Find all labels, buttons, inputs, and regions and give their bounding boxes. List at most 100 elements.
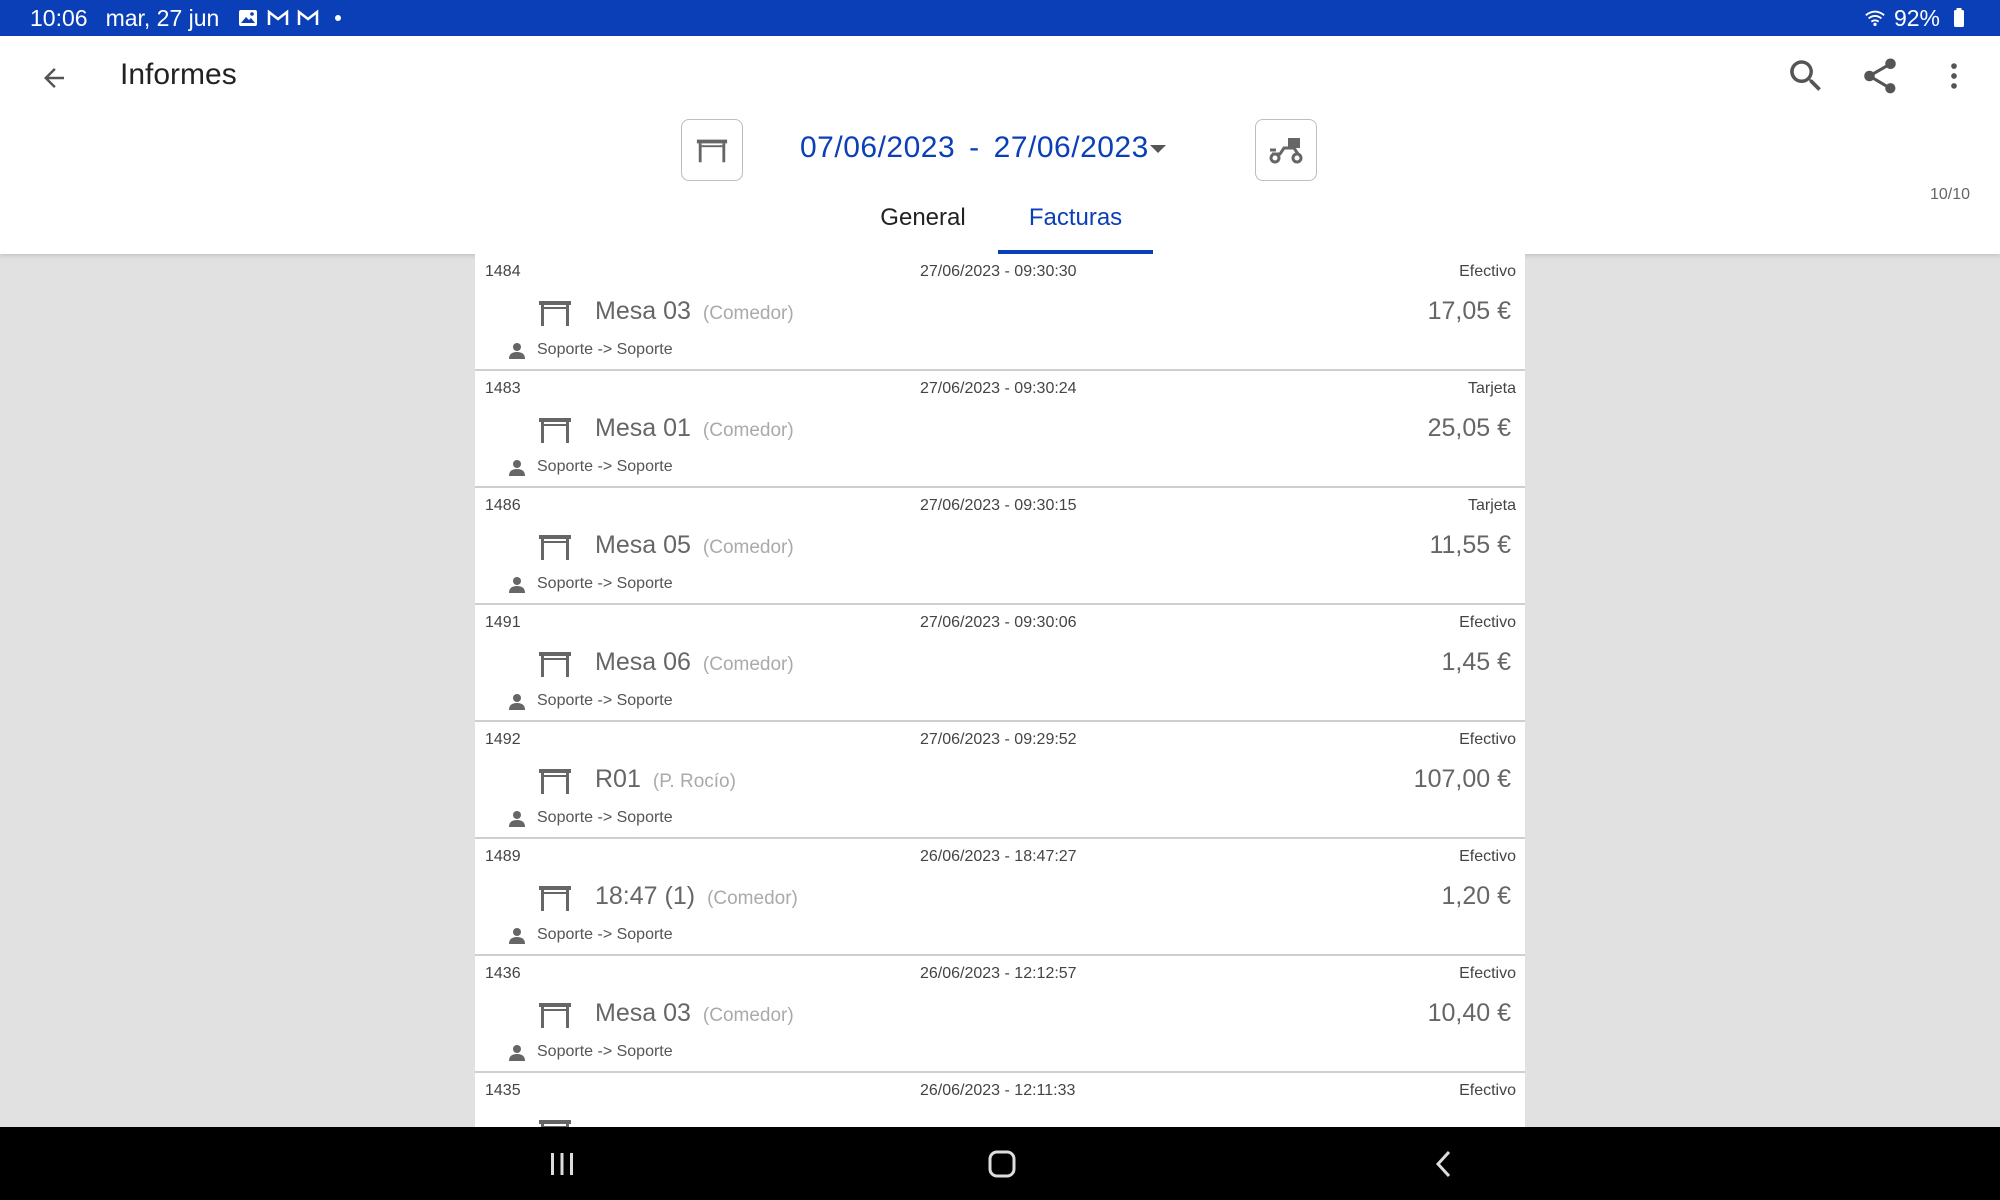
invoice-payment: Efectivo	[1459, 848, 1516, 865]
table-icon	[696, 139, 728, 163]
person-icon	[509, 928, 525, 944]
invoice-datetime: 27/06/2023 - 09:29:52	[920, 731, 1077, 748]
invoice-amount: 107,00 €	[1413, 765, 1511, 793]
battery-level: 92%	[1893, 4, 1940, 31]
invoice-payment: Efectivo	[1459, 263, 1516, 280]
person-icon	[509, 694, 525, 710]
invoice-payment: Tarjeta	[1467, 380, 1516, 397]
image-icon	[237, 7, 259, 29]
delivery-filter-button[interactable]	[1255, 119, 1317, 181]
invoice-row[interactable]: 1492 27/06/2023 - 09:29:52 Efectivo R01 (…	[475, 722, 1525, 839]
invoice-user: Soporte -> Soporte	[537, 692, 673, 709]
status-bar: 10:06 mar, 27 jun 92%	[0, 0, 2000, 36]
invoice-datetime: 27/06/2023 - 09:30:15	[920, 497, 1077, 514]
status-right: 92%	[1864, 5, 1970, 32]
share-icon	[1864, 58, 1896, 94]
page-title: Informes	[120, 58, 237, 91]
table-icon	[539, 301, 571, 326]
invoice-number: 1484	[485, 263, 521, 280]
home-button[interactable]	[972, 1141, 1032, 1187]
table-zone: (Comedor)	[702, 537, 794, 558]
invoice-user: Soporte -> Soporte	[537, 458, 673, 475]
invoice-list[interactable]: 1484 27/06/2023 - 09:30:30 Efectivo Mesa…	[475, 254, 1525, 1127]
table-zone: (Comedor)	[702, 420, 794, 441]
table-icon	[539, 1120, 571, 1127]
arrow-back-icon	[44, 68, 64, 88]
invoice-datetime: 27/06/2023 - 09:30:24	[920, 380, 1077, 397]
date-range-selector[interactable]: 07/06/2023 - 27/06/2023	[800, 131, 1149, 165]
invoice-datetime: 27/06/2023 - 09:30:06	[920, 614, 1077, 631]
invoice-user: Soporte -> Soporte	[537, 926, 673, 943]
invoice-number: 1486	[485, 497, 521, 514]
table-icon	[539, 1003, 571, 1028]
invoice-table: Mesa 03 (Comedor)	[595, 297, 794, 326]
invoice-table: Mesa 06 (Comedor)	[595, 648, 794, 677]
invoice-table	[595, 1116, 607, 1127]
invoice-payment: Efectivo	[1459, 1082, 1516, 1099]
battery-icon	[1948, 7, 1970, 29]
invoice-row[interactable]: 1486 27/06/2023 - 09:30:15 Tarjeta Mesa …	[475, 488, 1525, 605]
invoice-number: 1489	[485, 848, 521, 865]
invoice-row[interactable]: 1483 27/06/2023 - 09:30:24 Tarjeta Mesa …	[475, 371, 1525, 488]
invoice-payment: Efectivo	[1459, 965, 1516, 982]
invoice-table: Mesa 05 (Comedor)	[595, 531, 794, 560]
table-zone: (Comedor)	[702, 654, 794, 675]
share-button[interactable]	[1854, 50, 1906, 102]
invoice-number: 1436	[485, 965, 521, 982]
table-name: 18:47 (1)	[595, 882, 696, 910]
table-filter-button[interactable]	[681, 119, 743, 181]
invoice-row[interactable]: 1435 26/06/2023 - 12:11:33 Efectivo	[475, 1073, 1525, 1127]
person-icon	[509, 577, 525, 593]
recent-apps-icon	[551, 1153, 573, 1175]
table-icon	[539, 652, 571, 677]
invoice-payment: Tarjeta	[1467, 497, 1516, 514]
gmail-icon	[267, 7, 289, 29]
invoice-user: Soporte -> Soporte	[537, 575, 673, 592]
table-zone: (Comedor)	[707, 888, 798, 909]
invoice-datetime: 27/06/2023 - 09:30:30	[920, 263, 1077, 280]
table-name: Mesa 05	[595, 531, 691, 559]
dropdown-arrow-icon[interactable]	[1150, 145, 1166, 153]
table-icon	[539, 769, 571, 794]
invoice-row[interactable]: 1436 26/06/2023 - 12:12:57 Efectivo Mesa…	[475, 956, 1525, 1073]
invoice-row[interactable]: 1489 26/06/2023 - 18:47:27 Efectivo 18:4…	[475, 839, 1525, 956]
wifi-icon	[1864, 7, 1886, 29]
tab-facturas[interactable]: Facturas	[998, 196, 1153, 254]
person-icon	[509, 460, 525, 476]
more-vert-icon	[1951, 63, 1957, 89]
status-time: 10:06	[30, 4, 88, 31]
invoice-datetime: 26/06/2023 - 18:47:27	[920, 848, 1077, 865]
invoice-row[interactable]: 1491 27/06/2023 - 09:30:06 Efectivo Mesa…	[475, 605, 1525, 722]
table-zone: (Comedor)	[702, 1005, 794, 1026]
table-icon	[539, 886, 571, 911]
invoice-row[interactable]: 1484 27/06/2023 - 09:30:30 Efectivo Mesa…	[475, 254, 1525, 371]
date-from: 07/06/2023	[800, 131, 956, 164]
invoice-user: Soporte -> Soporte	[537, 341, 673, 358]
search-icon	[1790, 60, 1821, 91]
more-options-button[interactable]	[1928, 50, 1980, 102]
invoice-table: 18:47 (1) (Comedor)	[595, 882, 798, 911]
table-name: Mesa 03	[595, 297, 691, 325]
invoice-amount: 1,20 €	[1441, 882, 1511, 910]
invoice-amount: 1,45 €	[1441, 648, 1511, 676]
home-icon	[988, 1150, 1016, 1178]
tab-bar: General Facturas	[0, 196, 2000, 254]
status-date: mar, 27 jun	[105, 4, 220, 31]
table-icon	[539, 535, 571, 560]
search-button[interactable]	[1780, 50, 1832, 102]
person-icon	[509, 811, 525, 827]
recent-apps-button[interactable]	[532, 1141, 592, 1187]
invoice-number: 1492	[485, 731, 521, 748]
notification-icons	[237, 7, 349, 29]
delivery-scooter-icon	[1269, 138, 1303, 164]
back-button[interactable]	[30, 54, 78, 102]
table-name: Mesa 03	[595, 999, 691, 1027]
filter-row: 07/06/2023 - 27/06/2023	[0, 119, 2000, 185]
app-bar: Informes 07/06/2023 - 27/06/2023 10/10 G…	[0, 36, 2000, 254]
gmail-icon	[297, 7, 319, 29]
tab-general[interactable]: General	[858, 196, 988, 254]
person-icon	[509, 343, 525, 359]
table-zone: (Comedor)	[702, 303, 794, 324]
invoice-user: Soporte -> Soporte	[537, 809, 673, 826]
system-back-button[interactable]	[1413, 1141, 1473, 1187]
